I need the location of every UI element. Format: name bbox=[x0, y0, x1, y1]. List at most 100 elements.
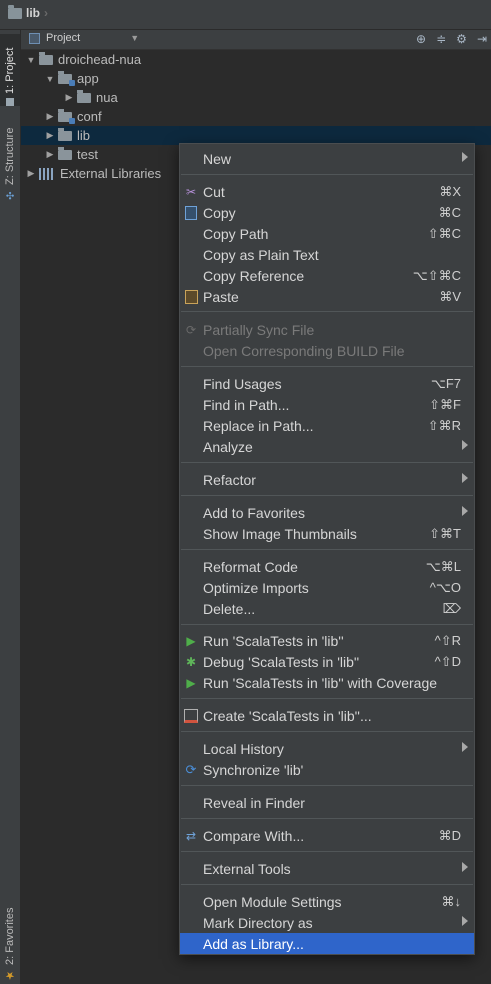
library-icon bbox=[39, 167, 55, 180]
tree-item-label: conf bbox=[77, 109, 102, 124]
menu-item-shortcut: ⌘C bbox=[438, 204, 461, 220]
folder-icon bbox=[8, 4, 22, 19]
tree-item-droichead-nua[interactable]: ▼ droichead-nua bbox=[21, 50, 491, 69]
hide-icon[interactable]: ⇥ bbox=[477, 32, 487, 46]
menu-item-analyze[interactable]: Analyze bbox=[180, 436, 474, 457]
tree-item-nua[interactable]: ▶ nua bbox=[21, 88, 491, 107]
gear-icon[interactable]: ⚙ bbox=[456, 32, 467, 46]
context-menu: New ✂ Cut ⌘X Copy ⌘C Copy Path ⇧⌘C Copy … bbox=[179, 143, 475, 955]
project-view-label: Project bbox=[46, 32, 81, 44]
menu-item-new[interactable]: New bbox=[180, 148, 474, 169]
menu-item-label: Refactor bbox=[203, 471, 256, 488]
menu-item-shortcut: ^⇧D bbox=[434, 653, 461, 669]
dropdown-arrow-icon: ▼ bbox=[130, 33, 140, 43]
menu-item-label: Find Usages bbox=[203, 375, 282, 392]
submenu-arrow-icon bbox=[462, 473, 468, 483]
menu-item-add-as-library[interactable]: Add as Library... bbox=[180, 933, 474, 954]
menu-separator bbox=[181, 624, 473, 625]
menu-item-paste[interactable]: Paste ⌘V bbox=[180, 286, 474, 307]
menu-item-shortcut: ⌥⌘L bbox=[425, 558, 461, 574]
tool-window-strip: 1: Project ✣ Z: Structure ★ 2: Favorites bbox=[0, 30, 21, 984]
breadcrumb-lib[interactable]: lib › bbox=[8, 4, 48, 20]
tab-project-label: 1: Project bbox=[4, 47, 16, 94]
menu-item-run-with-coverage[interactable]: ▶ Run 'ScalaTests in 'lib'' with Coverag… bbox=[180, 672, 474, 693]
menu-item-label: Paste bbox=[203, 288, 239, 305]
menu-item-shortcut: ^⇧R bbox=[434, 632, 461, 648]
menu-item-label: Mark Directory as bbox=[203, 914, 313, 931]
menu-item-show-image-thumbnails[interactable]: Show Image Thumbnails ⇧⌘T bbox=[180, 523, 474, 544]
menu-item-run-scalatests[interactable]: ▶ Run 'ScalaTests in 'lib'' ^⇧R bbox=[180, 630, 474, 651]
menu-item-reveal-in-finder[interactable]: Reveal in Finder bbox=[180, 792, 474, 813]
menu-separator bbox=[181, 785, 473, 786]
tab-structure[interactable]: ✣ Z: Structure bbox=[0, 120, 20, 200]
tree-item-conf[interactable]: ▶ conf bbox=[21, 107, 491, 126]
expanded-arrow-icon[interactable]: ▼ bbox=[23, 55, 39, 65]
menu-item-open-module-settings[interactable]: Open Module Settings ⌘↓ bbox=[180, 891, 474, 912]
paste-icon bbox=[183, 289, 199, 304]
menu-separator bbox=[181, 549, 473, 550]
collapse-all-icon[interactable]: ≑ bbox=[436, 32, 446, 46]
menu-item-add-to-favorites[interactable]: Add to Favorites bbox=[180, 502, 474, 523]
menu-item-copy-path[interactable]: Copy Path ⇧⌘C bbox=[180, 223, 474, 244]
menu-item-mark-directory-as[interactable]: Mark Directory as bbox=[180, 912, 474, 933]
submenu-arrow-icon bbox=[462, 506, 468, 516]
collapsed-arrow-icon[interactable]: ▶ bbox=[42, 111, 58, 122]
menu-item-debug-scalatests[interactable]: ✱ Debug 'ScalaTests in 'lib'' ^⇧D bbox=[180, 651, 474, 672]
menu-separator bbox=[181, 884, 473, 885]
menu-item-label: Add to Favorites bbox=[203, 504, 305, 521]
menu-item-delete[interactable]: Delete... ⌦ bbox=[180, 598, 474, 619]
menu-item-compare-with[interactable]: ⇄ Compare With... ⌘D bbox=[180, 825, 474, 846]
menu-item-label: Copy bbox=[203, 204, 236, 221]
menu-item-cut[interactable]: ✂ Cut ⌘X bbox=[180, 181, 474, 202]
menu-item-create-scalatests[interactable]: Create 'ScalaTests in 'lib''... bbox=[180, 705, 474, 726]
menu-item-shortcut: ⌘X bbox=[439, 183, 461, 199]
menu-item-label: Synchronize 'lib' bbox=[203, 761, 304, 778]
project-panel-header: Project ▼ ⊕ ≑ ⚙ ⇥ bbox=[21, 30, 491, 50]
menu-item-reformat-code[interactable]: Reformat Code ⌥⌘L bbox=[180, 556, 474, 577]
collapsed-arrow-icon[interactable]: ▶ bbox=[42, 130, 58, 141]
project-view-icon bbox=[29, 32, 40, 44]
tab-structure-label: Z: Structure bbox=[4, 127, 16, 185]
menu-item-copy-reference[interactable]: Copy Reference ⌥⇧⌘C bbox=[180, 265, 474, 286]
menu-item-copy-plain-text[interactable]: Copy as Plain Text bbox=[180, 244, 474, 265]
run-config-icon bbox=[183, 708, 199, 723]
menu-item-label: Show Image Thumbnails bbox=[203, 525, 357, 542]
menu-item-label: Local History bbox=[203, 740, 284, 757]
coverage-icon: ▶ bbox=[186, 675, 196, 690]
tree-item-app[interactable]: ▼ app bbox=[21, 69, 491, 88]
menu-item-shortcut: ⌥⇧⌘C bbox=[412, 267, 461, 283]
menu-separator bbox=[181, 731, 473, 732]
menu-item-find-in-path[interactable]: Find in Path... ⇧⌘F bbox=[180, 394, 474, 415]
menu-item-open-build-file[interactable]: Open Corresponding BUILD File bbox=[180, 340, 474, 361]
tab-favorites[interactable]: ★ 2: Favorites bbox=[0, 898, 20, 982]
debug-icon: ✱ bbox=[185, 654, 197, 669]
menu-item-local-history[interactable]: Local History bbox=[180, 738, 474, 759]
menu-item-label: Reveal in Finder bbox=[203, 794, 305, 811]
module-folder-icon bbox=[58, 70, 75, 86]
collapsed-arrow-icon[interactable]: ▶ bbox=[61, 92, 77, 103]
tree-item-label: app bbox=[77, 71, 99, 86]
locate-icon[interactable]: ⊕ bbox=[416, 32, 426, 46]
collapsed-arrow-icon[interactable]: ▶ bbox=[42, 149, 58, 160]
expanded-arrow-icon[interactable]: ▼ bbox=[42, 74, 58, 84]
menu-item-copy[interactable]: Copy ⌘C bbox=[180, 202, 474, 223]
menu-item-optimize-imports[interactable]: Optimize Imports ^⌥O bbox=[180, 577, 474, 598]
menu-item-label: Replace in Path... bbox=[203, 417, 314, 434]
menu-item-find-usages[interactable]: Find Usages ⌥F7 bbox=[180, 373, 474, 394]
menu-item-refactor[interactable]: Refactor bbox=[180, 469, 474, 490]
project-view-selector[interactable]: Project ▼ bbox=[29, 32, 139, 44]
menu-item-label: Open Corresponding BUILD File bbox=[203, 342, 405, 359]
menu-separator bbox=[181, 698, 473, 699]
menu-item-partially-sync-file[interactable]: ⟳ Partially Sync File bbox=[180, 319, 474, 340]
menu-item-replace-in-path[interactable]: Replace in Path... ⇧⌘R bbox=[180, 415, 474, 436]
tab-project[interactable]: 1: Project bbox=[0, 34, 20, 106]
menu-item-shortcut: ⌦ bbox=[442, 600, 461, 616]
menu-item-shortcut: ⌥F7 bbox=[430, 375, 461, 391]
menu-item-external-tools[interactable]: External Tools bbox=[180, 858, 474, 879]
tree-item-label: nua bbox=[96, 90, 118, 105]
collapsed-arrow-icon[interactable]: ▶ bbox=[23, 168, 39, 179]
menu-item-shortcut: ⇧⌘R bbox=[427, 417, 461, 433]
tree-item-label: lib bbox=[77, 128, 91, 143]
menu-item-synchronize[interactable]: ⟳ Synchronize 'lib' bbox=[180, 759, 474, 780]
tree-item-label: droichead-nua bbox=[58, 52, 142, 67]
